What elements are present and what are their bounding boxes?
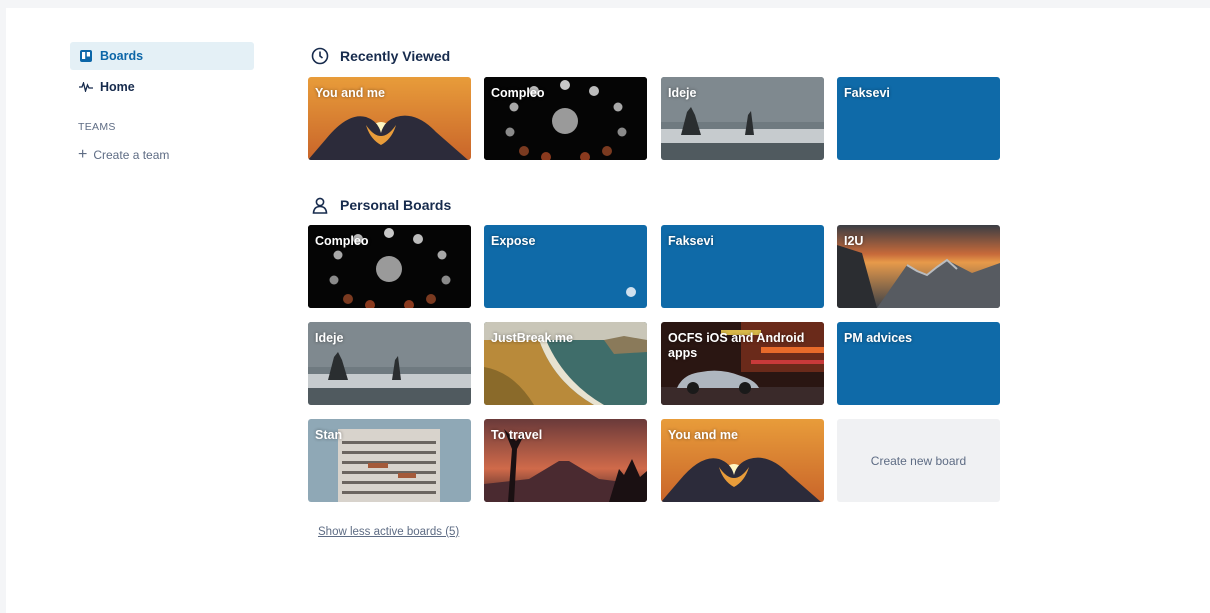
board-tile[interactable]: Compleo [484, 77, 647, 160]
section-title: Personal Boards [340, 197, 452, 213]
board-tile[interactable]: PM advices [837, 322, 1000, 405]
board-tile[interactable]: You and me [308, 77, 471, 160]
board-title: Compleo [491, 86, 545, 100]
board-tile[interactable]: To travel [484, 419, 647, 502]
board-title: Stan [315, 428, 343, 442]
show-less-boards-link[interactable]: Show less active boards (5) [318, 526, 459, 538]
page: Boards Home TEAMS + Create a team Recent… [6, 8, 1210, 613]
create-team-button[interactable]: + Create a team [78, 145, 254, 165]
board-title: You and me [668, 428, 738, 442]
person-icon [310, 195, 330, 215]
board-title: Faksevi [844, 86, 890, 100]
board-tile[interactable]: Expose [484, 225, 647, 308]
sidebar-item-label: Boards [100, 49, 144, 63]
section-title: Recently Viewed [340, 48, 451, 64]
board-title: PM advices [844, 331, 913, 345]
trello-board-icon [78, 49, 94, 63]
sidebar-item-label: Home [100, 80, 135, 94]
board-title: I2U [844, 234, 864, 248]
board-tile[interactable]: JustBreak.me [484, 322, 647, 405]
board-tile[interactable]: Compleo [308, 225, 471, 308]
teams-heading: TEAMS [78, 121, 116, 133]
board-title: Compleo [315, 234, 369, 248]
board-tile[interactable]: Ideje [661, 77, 824, 160]
board-title: OCFS iOS and Android apps [668, 331, 805, 360]
board-tile[interactable]: You and me [661, 419, 824, 502]
activity-dot [626, 287, 636, 297]
board-tile[interactable]: OCFS iOS and Android apps [661, 322, 824, 405]
board-tile[interactable]: Stan [308, 419, 471, 502]
board-title: To travel [491, 428, 543, 442]
sidebar-item-boards[interactable]: Boards [70, 42, 254, 70]
board-tile[interactable]: Faksevi [661, 225, 824, 308]
create-team-label: Create a team [93, 148, 170, 162]
sidebar-item-home[interactable]: Home [70, 73, 254, 101]
pulse-icon [78, 80, 94, 94]
create-new-board-label: Create new board [870, 453, 967, 468]
sidebar: Boards Home TEAMS + Create a team [70, 42, 254, 165]
board-title: You and me [315, 86, 385, 100]
board-tile[interactable]: Faksevi [837, 77, 1000, 160]
board-tile[interactable]: I2U [837, 225, 1000, 308]
clock-icon [310, 46, 330, 66]
board-title: Ideje [668, 86, 697, 100]
board-tile[interactable]: Ideje [308, 322, 471, 405]
board-title: Ideje [315, 331, 344, 345]
create-new-board-button[interactable]: Create new board [837, 419, 1000, 502]
recently-viewed-heading: Recently Viewed [310, 46, 450, 66]
personal-boards-heading: Personal Boards [310, 195, 451, 215]
board-title: Faksevi [668, 234, 714, 248]
plus-icon: + [78, 146, 88, 163]
board-title: JustBreak.me [491, 331, 573, 345]
board-title: Expose [491, 234, 536, 248]
